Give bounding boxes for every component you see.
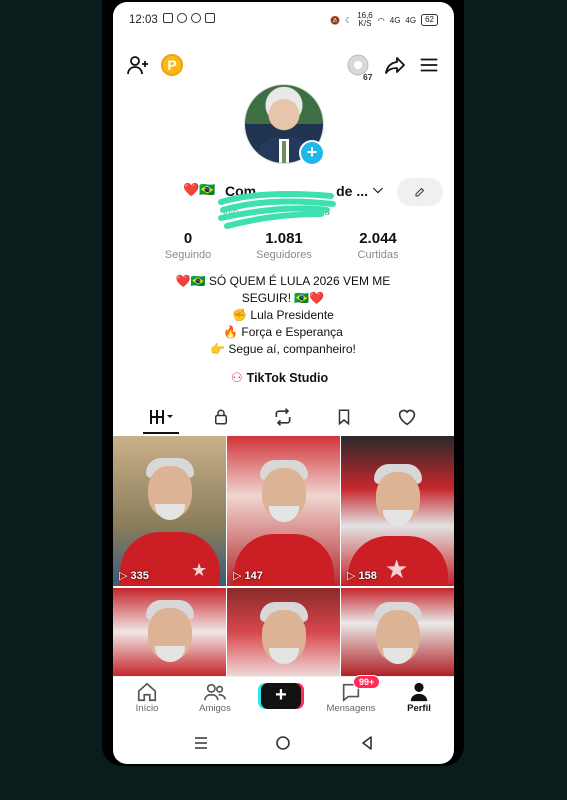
add-friend-icon[interactable] — [125, 52, 151, 78]
wifi-icon: ◠ — [377, 15, 385, 25]
bio-line: 👉 Segue aí, companheiro! — [210, 342, 356, 356]
video-thumbnail[interactable]: ★ ▷ 158 — [341, 436, 454, 586]
home-button-icon[interactable] — [271, 732, 295, 754]
battery-icon: 62 — [421, 14, 438, 26]
nav-friends[interactable]: Amigos — [185, 681, 245, 714]
status-left-icons — [163, 13, 215, 23]
bio-line: SEGUIR! 🇧🇷❤️ — [241, 291, 325, 305]
add-story-icon[interactable]: + — [299, 140, 325, 166]
heart-icon — [398, 409, 416, 426]
studio-icon: ⚇ — [231, 370, 243, 385]
lock-icon — [215, 409, 227, 425]
bookmark-icon — [338, 409, 350, 426]
heart-flag-emoji: ❤️🇧🇷 — [183, 182, 216, 197]
edit-profile-button[interactable] — [397, 178, 443, 206]
recent-apps-icon[interactable] — [189, 732, 213, 754]
notification-count: 67 — [363, 72, 373, 82]
nav-profile[interactable]: Perfil — [389, 681, 449, 714]
profile-bio: ❤️🇧🇷 SÓ QUEM É LULA 2026 VEM ME SEGUIR! … — [133, 273, 433, 358]
video-thumbnail[interactable] — [227, 588, 340, 676]
redaction-scribble — [218, 191, 336, 229]
view-count: ▷ 158 — [347, 570, 377, 582]
stat-likes[interactable]: 2.044 Curtidas — [333, 230, 423, 261]
bottom-navigation: Início Amigos + Mensagens 99+ Perfil — [113, 675, 454, 723]
video-thumbnail[interactable]: ▷ 147 — [227, 436, 340, 586]
status-time: 12:03 — [129, 14, 158, 26]
repost-icon — [275, 408, 291, 426]
signal-2: 4G — [405, 15, 417, 25]
net-speed: 16,6 K/S — [357, 11, 373, 28]
view-count: ▷ 335 — [119, 570, 149, 582]
status-right-icons: 🔕 ☾ 16,6 K/S ◠ 4G 4G 62 — [330, 12, 438, 28]
inbox-badge: 99+ — [353, 675, 381, 689]
video-thumbnail[interactable] — [341, 588, 454, 676]
pencil-icon — [415, 187, 425, 197]
profile-icon — [410, 682, 428, 702]
bio-line: ❤️🇧🇷 SÓ QUEM É LULA 2026 VEM ME — [175, 274, 391, 288]
youtube-icon — [163, 13, 173, 23]
moon-icon: ☾ — [345, 15, 353, 25]
nav-home[interactable]: Início — [117, 681, 177, 714]
tab-liked[interactable] — [387, 404, 427, 430]
video-thumbnail[interactable]: ★ ▷ 335 — [113, 436, 226, 586]
profile-top-bar: P 67 — [113, 48, 454, 82]
view-count: ▷ 147 — [233, 570, 263, 582]
system-navigation — [113, 728, 454, 758]
content-tabs — [113, 400, 454, 436]
profile-stats: 0 Seguindo 1.081 Seguidores 2.044 Curtid… — [113, 230, 454, 266]
share-icon[interactable] — [383, 53, 407, 77]
app-icon — [177, 13, 187, 23]
tab-videos[interactable] — [141, 404, 181, 430]
grid-icon — [150, 410, 173, 424]
profile-avatar[interactable]: + — [244, 84, 325, 166]
home-icon — [137, 682, 157, 702]
tab-reposts[interactable] — [263, 404, 303, 430]
app-screen: 12:03 🔕 ☾ 16,6 K/S ◠ 4G 4G 62 P 67 + ❤️🇧… — [113, 2, 454, 764]
tab-saved[interactable] — [324, 404, 364, 430]
chevron-down-icon[interactable]: ⌵ — [373, 181, 383, 197]
create-button[interactable]: + — [261, 683, 301, 709]
signal-1: 4G — [389, 15, 401, 25]
tab-private[interactable] — [201, 404, 241, 430]
tab-underline — [143, 432, 179, 434]
status-bar: 12:03 🔕 ☾ 16,6 K/S ◠ 4G 4G 62 — [113, 2, 454, 36]
menu-icon[interactable] — [417, 53, 441, 77]
stat-following[interactable]: 0 Seguindo — [143, 230, 233, 261]
coin-icon[interactable]: P — [161, 54, 183, 76]
video-thumbnail[interactable] — [113, 588, 226, 676]
bio-line: 🔥 Força e Esperança — [223, 325, 343, 339]
tiktok-studio-link[interactable]: ⚇ TikTok Studio — [231, 370, 328, 386]
friends-icon — [204, 683, 226, 701]
back-icon[interactable] — [355, 732, 379, 754]
bag-icon — [205, 13, 215, 23]
whatsapp-icon — [191, 13, 201, 23]
bio-line: ✊ Lula Presidente — [232, 308, 334, 322]
video-grid: ★ ▷ 335 ▷ 147 ★ ▷ 158 — [113, 436, 454, 676]
mute-icon: 🔕 — [330, 15, 341, 25]
stat-followers[interactable]: 1.081 Seguidores — [239, 230, 329, 261]
